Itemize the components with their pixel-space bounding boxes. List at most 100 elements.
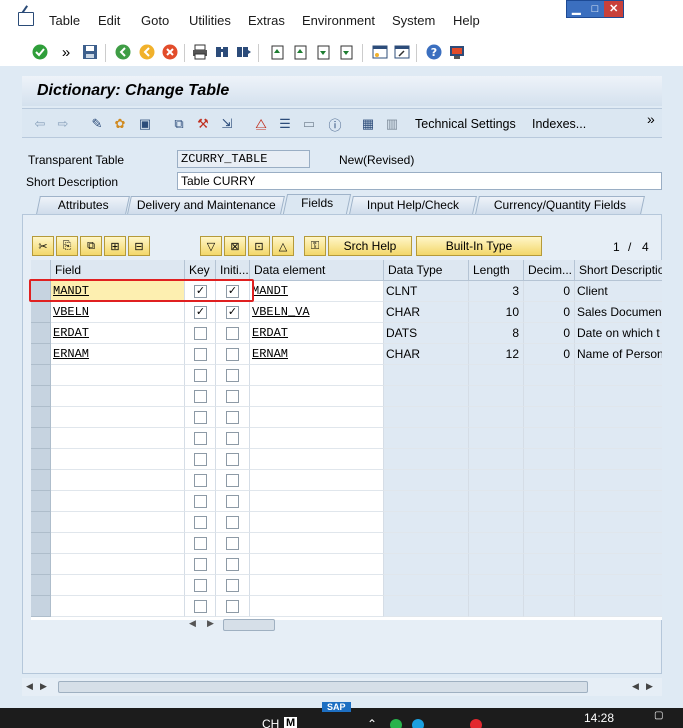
scroll-thumb[interactable] bbox=[223, 619, 275, 631]
short-description-field[interactable]: Table CURRY bbox=[177, 172, 662, 190]
ime-icon[interactable]: M bbox=[284, 717, 298, 728]
notification-icon[interactable]: ▢ bbox=[654, 710, 663, 721]
menu-help[interactable]: Help bbox=[453, 13, 480, 28]
key-checkbox[interactable] bbox=[194, 369, 207, 382]
data-type-column-header[interactable]: Data Type bbox=[384, 260, 469, 281]
initial-values-checkbox[interactable] bbox=[226, 558, 239, 571]
app-tray-icon[interactable] bbox=[470, 719, 482, 728]
object-navigation-icon[interactable]: ⇲ bbox=[218, 115, 236, 133]
activate-icon[interactable]: ✿ bbox=[111, 115, 129, 133]
technical-settings-button[interactable]: Technical Settings bbox=[415, 117, 516, 131]
initial-values-checkbox[interactable]: ✓ bbox=[226, 306, 239, 319]
previous-page-icon[interactable] bbox=[290, 42, 310, 62]
menu-system[interactable]: System bbox=[392, 13, 435, 28]
save-icon[interactable] bbox=[80, 42, 100, 62]
deselect-icon[interactable]: ⊡ bbox=[248, 236, 270, 256]
append-structure-icon[interactable]: ▦ bbox=[359, 115, 377, 133]
element-cell[interactable]: VBELN_VA bbox=[250, 302, 384, 323]
menu-window-icon[interactable] bbox=[18, 12, 34, 26]
tab-fields[interactable]: Fields bbox=[282, 194, 352, 214]
minimize-button[interactable]: ▁ bbox=[567, 1, 586, 17]
initial-values-checkbox[interactable] bbox=[226, 579, 239, 592]
field-cell[interactable] bbox=[51, 428, 185, 449]
forward-arrow-icon[interactable]: ⇨ bbox=[54, 115, 72, 133]
element-cell[interactable] bbox=[250, 554, 384, 575]
element-cell[interactable] bbox=[250, 449, 384, 470]
initial-values-checkbox[interactable] bbox=[226, 537, 239, 550]
short-description-column-header[interactable]: Short Description bbox=[575, 260, 662, 281]
field-cell[interactable] bbox=[51, 407, 185, 428]
create-session-icon[interactable] bbox=[370, 42, 390, 62]
key-checkbox[interactable] bbox=[194, 579, 207, 592]
row-selector[interactable] bbox=[31, 596, 51, 617]
screen-scroll-left-icon[interactable]: ◀ bbox=[26, 681, 33, 692]
row-selector[interactable] bbox=[31, 554, 51, 575]
indexes-button[interactable]: Indexes... bbox=[532, 117, 586, 131]
key-checkbox[interactable] bbox=[194, 495, 207, 508]
initial-values-checkbox[interactable] bbox=[226, 390, 239, 403]
more-toolbar-icon[interactable]: » bbox=[647, 111, 655, 127]
cut-icon[interactable]: ✂ bbox=[32, 236, 54, 256]
element-cell[interactable] bbox=[250, 386, 384, 407]
initial-values-checkbox[interactable] bbox=[226, 600, 239, 613]
field-cell[interactable]: ERNAM bbox=[51, 344, 185, 365]
back-arrow-icon[interactable]: ⇦ bbox=[31, 115, 49, 133]
menu-edit[interactable]: Edit bbox=[98, 13, 120, 28]
row-selector[interactable] bbox=[31, 428, 51, 449]
first-page-icon[interactable] bbox=[267, 42, 287, 62]
field-cell[interactable]: ERDAT bbox=[51, 323, 185, 344]
field-cell[interactable] bbox=[51, 491, 185, 512]
field-cell[interactable] bbox=[51, 449, 185, 470]
field-cell[interactable] bbox=[51, 365, 185, 386]
layout-icon[interactable]: ▭ bbox=[300, 115, 318, 133]
row-selector[interactable] bbox=[31, 533, 51, 554]
skype-icon[interactable] bbox=[412, 719, 424, 728]
element-cell[interactable] bbox=[250, 533, 384, 554]
screen-horizontal-scrollbar[interactable]: ◀ ▶ ◀ ▶ bbox=[22, 678, 662, 696]
row-selector[interactable] bbox=[31, 365, 51, 386]
scroll-right-icon[interactable]: ▶ bbox=[207, 618, 214, 629]
exit-icon[interactable] bbox=[137, 42, 157, 62]
initial-values-checkbox[interactable] bbox=[226, 432, 239, 445]
scroll-left-icon[interactable]: ◀ bbox=[189, 618, 196, 629]
screen-scroll-left2-icon[interactable]: ◀ bbox=[632, 681, 639, 692]
cancel-icon[interactable] bbox=[160, 42, 180, 62]
key-checkbox[interactable] bbox=[194, 516, 207, 529]
scroll-top-icon[interactable]: △ bbox=[272, 236, 294, 256]
screen-scroll-right-icon[interactable]: ▶ bbox=[40, 681, 47, 692]
print-icon[interactable] bbox=[190, 42, 210, 62]
menu-table[interactable]: Table bbox=[49, 13, 80, 28]
row-selector[interactable] bbox=[31, 575, 51, 596]
key-checkbox[interactable] bbox=[194, 600, 207, 613]
key-checkbox[interactable] bbox=[194, 453, 207, 466]
initial-column-header[interactable]: Initi... bbox=[216, 260, 250, 281]
element-cell[interactable] bbox=[250, 491, 384, 512]
element-cell[interactable] bbox=[250, 365, 384, 386]
initial-values-checkbox[interactable] bbox=[226, 495, 239, 508]
tray-arrow-icon[interactable]: ⌃ bbox=[367, 717, 377, 728]
find-icon[interactable] bbox=[212, 42, 232, 62]
tab-input-help-check[interactable]: Input Help/Check bbox=[349, 196, 477, 214]
key-checkbox[interactable] bbox=[194, 390, 207, 403]
key-checkbox[interactable] bbox=[194, 327, 207, 340]
field-cell[interactable] bbox=[51, 512, 185, 533]
row-selector[interactable] bbox=[31, 344, 51, 365]
length-column-header[interactable]: Length bbox=[469, 260, 524, 281]
field-column-header[interactable]: Field bbox=[51, 260, 185, 281]
initial-values-checkbox[interactable] bbox=[226, 369, 239, 382]
tab-currency-quantity-fields[interactable]: Currency/Quantity Fields bbox=[475, 196, 645, 214]
key-checkbox[interactable]: ✓ bbox=[194, 306, 207, 319]
check-icon[interactable]: ▣ bbox=[136, 115, 154, 133]
field-cell[interactable] bbox=[51, 386, 185, 407]
screen-scroll-right2-icon[interactable]: ▶ bbox=[646, 681, 653, 692]
screen-scroll-thumb[interactable] bbox=[58, 681, 588, 693]
menu-utilities[interactable]: Utilities bbox=[189, 13, 231, 28]
hierarchy-icon[interactable]: ⧋ bbox=[252, 115, 270, 133]
field-cell[interactable] bbox=[51, 596, 185, 617]
last-page-icon[interactable] bbox=[336, 42, 356, 62]
row-selector[interactable] bbox=[31, 491, 51, 512]
display-change-icon[interactable]: ✎ bbox=[88, 115, 106, 133]
search-help-icon[interactable]: ⚿ bbox=[304, 236, 326, 256]
menu-goto[interactable]: Goto bbox=[141, 13, 169, 28]
element-cell[interactable] bbox=[250, 407, 384, 428]
